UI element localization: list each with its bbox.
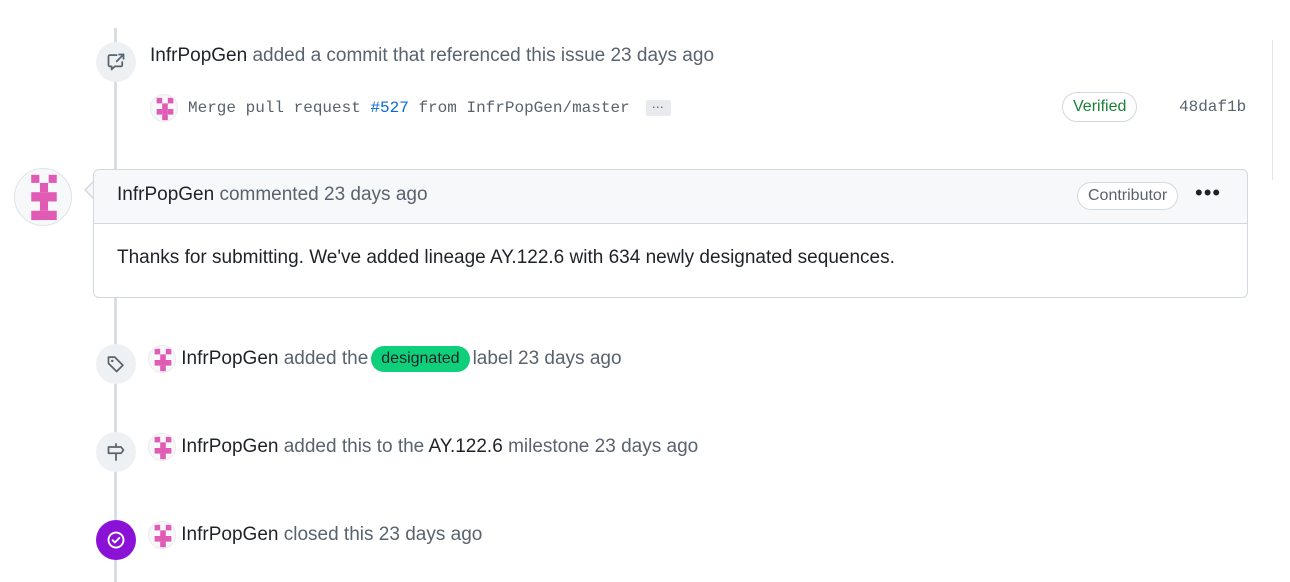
event-timestamp[interactable]: 23 days ago xyxy=(610,45,714,66)
event-description-suffix: label xyxy=(472,348,513,370)
commit-message-suffix: from InfrPopGen/master xyxy=(418,99,630,117)
label-designated[interactable]: designated xyxy=(371,346,470,372)
expand-commit-button[interactable]: ⋯ xyxy=(645,100,671,116)
event-timestamp[interactable]: 23 days ago xyxy=(379,524,483,545)
milestone-event: InfrPopGen added this to the AY.122.6 mi… xyxy=(148,433,698,461)
event-description-suffix: milestone xyxy=(508,436,590,458)
event-description: added this to the xyxy=(283,436,425,458)
actor-link[interactable]: InfrPopGen xyxy=(150,45,247,66)
avatar[interactable] xyxy=(148,433,176,461)
avatar[interactable] xyxy=(148,345,176,373)
comment-timestamp[interactable]: 23 days ago xyxy=(324,184,428,205)
timeline-line xyxy=(114,28,117,582)
commit-sha-link[interactable]: 48daf1b xyxy=(1179,98,1246,116)
event-timestamp[interactable]: 23 days ago xyxy=(518,348,622,369)
commit-message-prefix: Merge pull request xyxy=(188,99,361,117)
verified-badge[interactable]: Verified xyxy=(1062,92,1138,122)
actor-link[interactable]: InfrPopGen xyxy=(181,524,278,545)
actor-link[interactable]: InfrPopGen xyxy=(181,436,278,457)
avatar[interactable] xyxy=(150,94,178,122)
comment-options-button[interactable]: ••• xyxy=(1195,180,1221,206)
milestone-icon xyxy=(96,432,136,472)
labeled-event: InfrPopGen added the designated label 23 d… xyxy=(148,345,622,373)
event-description: added a commit that referenced this issu… xyxy=(252,45,606,66)
pull-request-link[interactable]: #527 xyxy=(370,99,408,117)
avatar[interactable] xyxy=(14,168,72,226)
actor-link[interactable]: InfrPopGen xyxy=(181,348,278,369)
check-circle-icon xyxy=(96,520,136,560)
commit-reference-event: InfrPopGen added a commit that reference… xyxy=(150,45,714,67)
milestone-link[interactable]: AY.122.6 xyxy=(428,436,502,457)
comment-title: InfrPopGen commented 23 days ago xyxy=(117,184,428,206)
closed-event: InfrPopGen closed this 23 days ago xyxy=(148,521,482,549)
avatar[interactable] xyxy=(148,521,176,549)
comment-body: Thanks for submitting. We've added linea… xyxy=(117,247,895,268)
contributor-badge: Contributor xyxy=(1077,182,1179,210)
comment-action: commented xyxy=(219,184,319,205)
event-description: closed this xyxy=(283,524,374,546)
divider xyxy=(1271,40,1273,180)
tag-icon xyxy=(96,344,136,384)
comment-box: InfrPopGen commented 23 days ago Contrib… xyxy=(93,169,1248,298)
comment-header: InfrPopGen commented 23 days ago Contrib… xyxy=(94,170,1247,224)
cross-reference-icon xyxy=(96,42,136,82)
event-timestamp[interactable]: 23 days ago xyxy=(595,436,699,457)
actor-link[interactable]: InfrPopGen xyxy=(117,184,214,205)
commit-message[interactable]: Merge pull request #527 from InfrPopGen/… xyxy=(188,99,630,117)
event-description: added the xyxy=(283,348,369,370)
commit-row: Merge pull request #527 from InfrPopGen/… xyxy=(150,92,1250,124)
